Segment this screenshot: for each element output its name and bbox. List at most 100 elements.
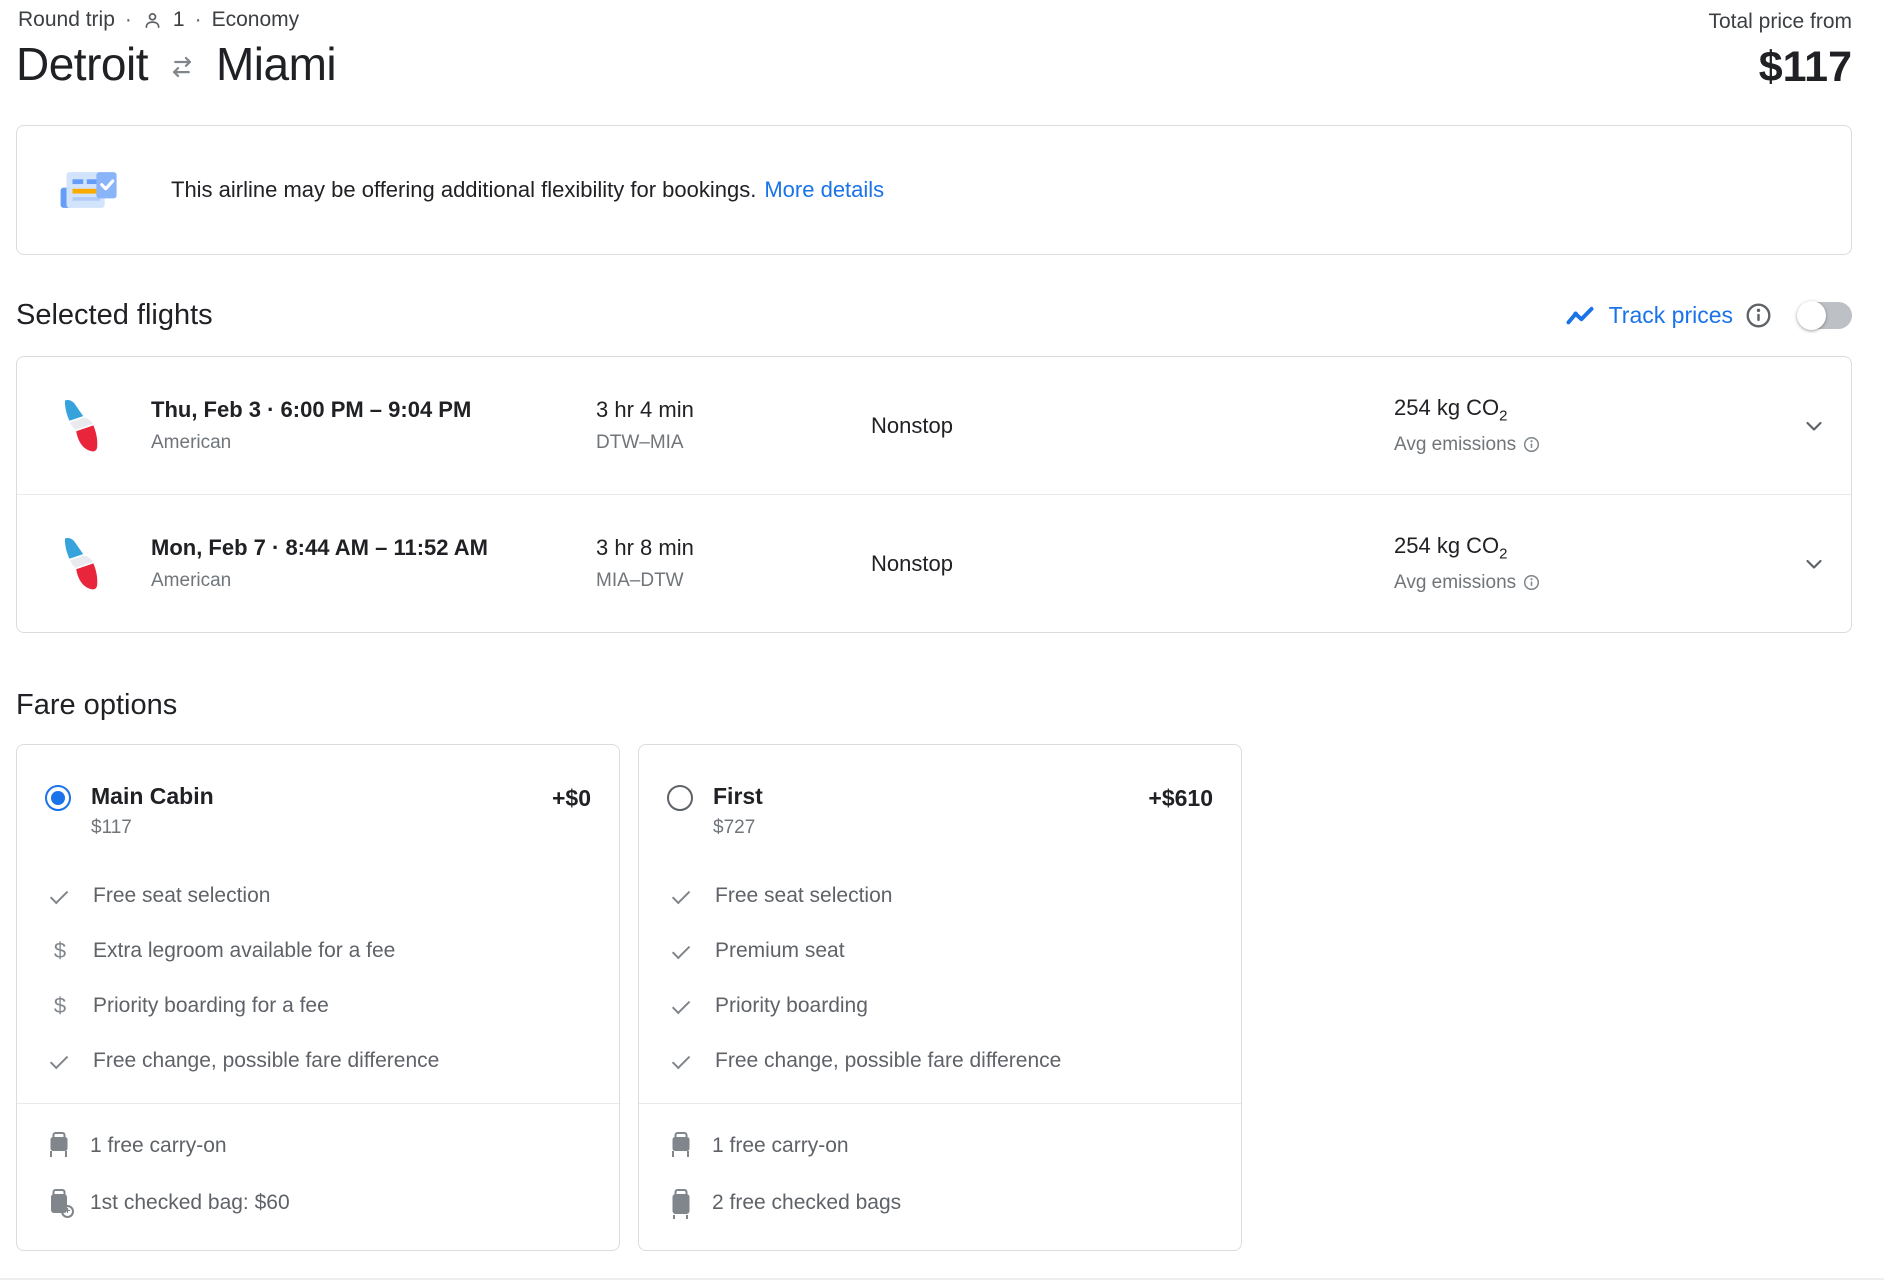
dollar-icon [47, 938, 73, 964]
selected-flights-heading: Selected flights [16, 299, 213, 331]
feature-row: Priority boarding [669, 993, 1213, 1019]
fare-feature-list: Free seat selection Premium seat Priorit… [639, 839, 1241, 1074]
selected-flights-header: Selected flights Track prices [16, 299, 1852, 332]
baggage-row: 1 free carry-on [47, 1132, 591, 1159]
american-airlines-logo [41, 532, 151, 596]
info-icon[interactable] [1745, 302, 1772, 329]
flight-route: DTW–MIA [596, 432, 684, 453]
fare-price: $727 [713, 817, 756, 838]
fare-cards: Main Cabin $117 +$0 Free seat selection … [16, 744, 1852, 1251]
flight-emissions: 254 kg CO2 [1394, 395, 1508, 425]
baggage-row: 2 free checked bags [669, 1189, 1213, 1219]
checked-bag-icon [669, 1189, 692, 1219]
flight-stops: Nonstop [871, 550, 953, 576]
avg-emissions: Avg emissions [1394, 572, 1779, 594]
feature-row: Premium seat [669, 938, 1213, 964]
dollar-icon [47, 993, 73, 1019]
fare-card-first[interactable]: First $727 +$610 Free seat selection Pre… [638, 744, 1242, 1251]
total-price: $117 [1758, 43, 1852, 91]
flight-emissions-column: 254 kg CO2 Avg emissions [1394, 533, 1779, 593]
fare-card-header: First $727 +$610 [639, 745, 1241, 839]
fare-name-block: First $727 [713, 783, 1148, 839]
page-header: Round trip · 1 · Economy Detroit Miami T… [16, 8, 1852, 92]
fare-name: First [713, 783, 763, 809]
trending-chart-icon [1565, 305, 1595, 327]
feature-row: Priority boarding for a fee [47, 993, 591, 1019]
flight-duration: 3 hr 4 min [596, 397, 694, 422]
flight-schedule: Mon, Feb 7 · 8:44 AM – 11:52 AM [151, 535, 489, 560]
carry-on-bag-icon [47, 1132, 70, 1159]
fare-baggage-list: 1 free carry-on 1st checked bag: $60 [17, 1104, 619, 1218]
banner-text: This airline may be offering additional … [171, 177, 884, 203]
toggle-knob [1797, 301, 1826, 330]
radio-unselected-icon[interactable] [667, 785, 693, 811]
fare-price-delta: +$610 [1148, 785, 1213, 811]
chevron-down-icon[interactable] [1801, 551, 1827, 577]
person-icon [142, 10, 163, 31]
selected-flights-card: Thu, Feb 3 · 6:00 PM – 9:04 PM American … [16, 356, 1852, 633]
track-prices-toggle[interactable] [1797, 301, 1852, 330]
feature-row: Free seat selection [669, 883, 1213, 909]
feature-row: Free change, possible fare difference [47, 1048, 591, 1074]
separator-dot: · [194, 8, 202, 31]
airline-name: American [151, 432, 232, 453]
baggage-row: 1st checked bag: $60 [47, 1189, 591, 1218]
chevron-down-icon[interactable] [1801, 413, 1827, 439]
check-icon [669, 1048, 695, 1074]
track-prices-link[interactable]: Track prices [1609, 302, 1733, 329]
trip-summary: Round trip · 1 · Economy [16, 8, 336, 32]
check-icon [669, 883, 695, 909]
flight-duration-column: 3 hr 4 min DTW–MIA [596, 397, 871, 454]
fare-options-heading: Fare options [16, 689, 178, 721]
flight-schedule: Thu, Feb 3 · 6:00 PM – 9:04 PM [151, 397, 472, 422]
avg-emissions-label: Avg emissions [1394, 433, 1517, 455]
fare-card-header: Main Cabin $117 +$0 [17, 745, 619, 839]
flight-stops-column: Nonstop [871, 413, 1394, 439]
fare-baggage-list: 1 free carry-on 2 free checked bags [639, 1104, 1241, 1219]
swap-route-icon [164, 54, 200, 80]
american-airlines-logo [41, 394, 151, 458]
origin-city: Detroit [16, 38, 148, 90]
fare-options-header: Fare options [16, 689, 1852, 722]
airline-name: American [151, 570, 232, 591]
fare-price: $117 [91, 817, 132, 838]
flight-emissions-column: 254 kg CO2 Avg emissions [1394, 395, 1779, 455]
feature-row: Free seat selection [47, 883, 591, 909]
trip-type: Round trip [18, 8, 115, 31]
baggage-row: 1 free carry-on [669, 1132, 1213, 1159]
flight-main-column: Thu, Feb 3 · 6:00 PM – 9:04 PM American [151, 397, 596, 454]
destination-city: Miami [215, 38, 337, 90]
check-icon [47, 883, 73, 909]
check-icon [669, 938, 695, 964]
fare-name-block: Main Cabin $117 [91, 783, 552, 839]
track-prices-control: Track prices [1565, 301, 1852, 330]
fare-card-main-cabin[interactable]: Main Cabin $117 +$0 Free seat selection … [16, 744, 620, 1251]
info-icon[interactable] [1523, 436, 1540, 453]
check-icon [669, 993, 695, 1019]
flight-row-return[interactable]: Mon, Feb 7 · 8:44 AM – 11:52 AM American… [17, 495, 1851, 632]
banner-message: This airline may be offering additional … [171, 177, 757, 202]
checked-bag-add-icon [47, 1189, 74, 1218]
flexibility-banner: This airline may be offering additional … [16, 125, 1852, 255]
flexible-booking-icon [57, 163, 119, 217]
flight-booking-page: Round trip · 1 · Economy Detroit Miami T… [0, 0, 1884, 1251]
passenger-count: 1 [172, 8, 185, 31]
flight-main-column: Mon, Feb 7 · 8:44 AM – 11:52 AM American [151, 535, 596, 592]
fare-name: Main Cabin [91, 783, 214, 809]
radio-selected-icon[interactable] [45, 785, 71, 811]
flight-stops-column: Nonstop [871, 551, 1394, 577]
separator-dot: · [124, 8, 132, 31]
check-icon [47, 1048, 73, 1074]
header-left: Round trip · 1 · Economy Detroit Miami [16, 8, 337, 91]
more-details-link[interactable]: More details [764, 177, 884, 202]
avg-emissions-label: Avg emissions [1394, 571, 1517, 593]
info-icon[interactable] [1523, 574, 1540, 591]
avg-emissions: Avg emissions [1394, 434, 1779, 456]
fare-price-delta: +$0 [551, 785, 591, 811]
flight-row-departure[interactable]: Thu, Feb 3 · 6:00 PM – 9:04 PM American … [17, 357, 1851, 494]
flight-stops: Nonstop [871, 412, 953, 438]
feature-row: Free change, possible fare difference [669, 1048, 1213, 1074]
cabin-class: Economy [211, 8, 300, 31]
feature-row: Extra legroom available for a fee [47, 938, 591, 964]
flight-duration: 3 hr 8 min [596, 535, 694, 560]
